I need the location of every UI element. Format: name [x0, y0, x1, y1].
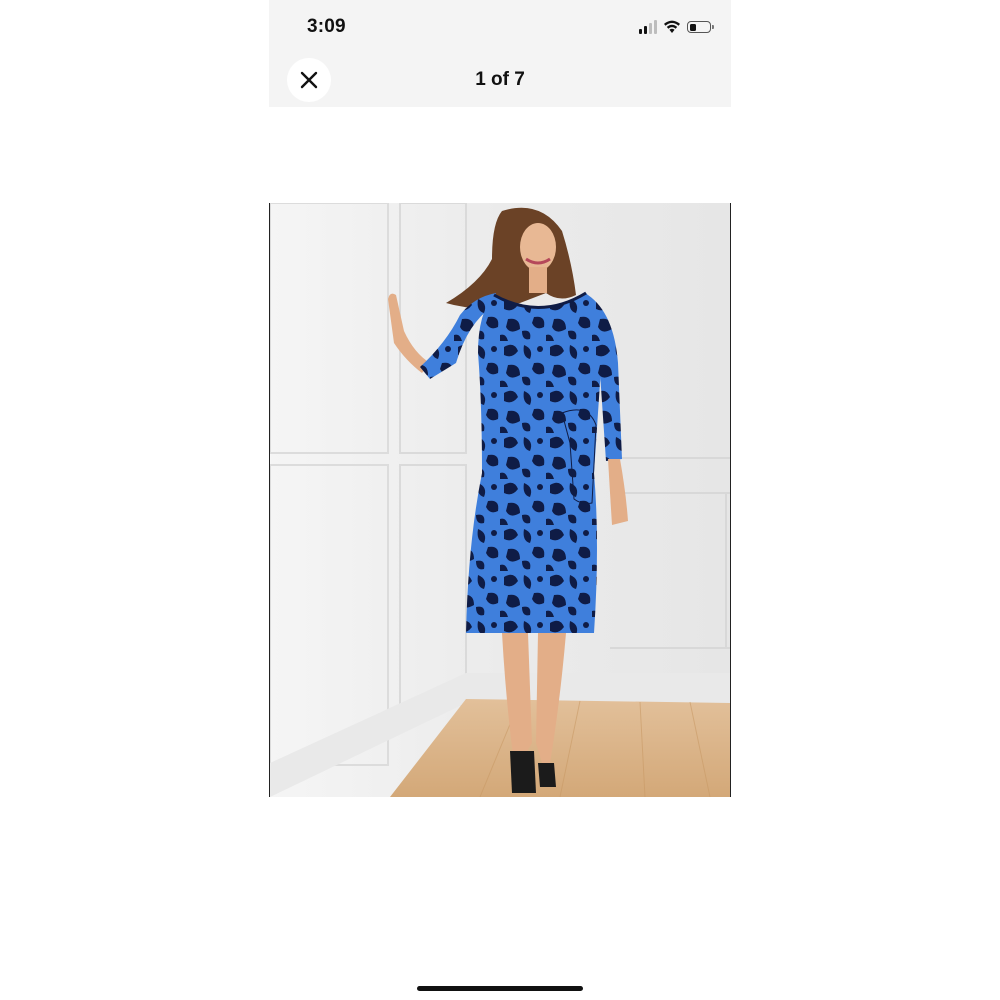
product-image	[270, 203, 730, 797]
status-icons	[639, 18, 714, 36]
wifi-icon	[664, 20, 680, 33]
top-bar: 3:09 1 of 7	[269, 0, 731, 107]
status-time: 3:09	[307, 16, 346, 37]
battery-icon	[687, 21, 714, 33]
home-indicator[interactable]	[417, 986, 583, 991]
page-indicator: 1 of 7	[475, 69, 525, 90]
cellular-signal-icon	[639, 20, 657, 34]
product-photo[interactable]	[269, 203, 731, 797]
